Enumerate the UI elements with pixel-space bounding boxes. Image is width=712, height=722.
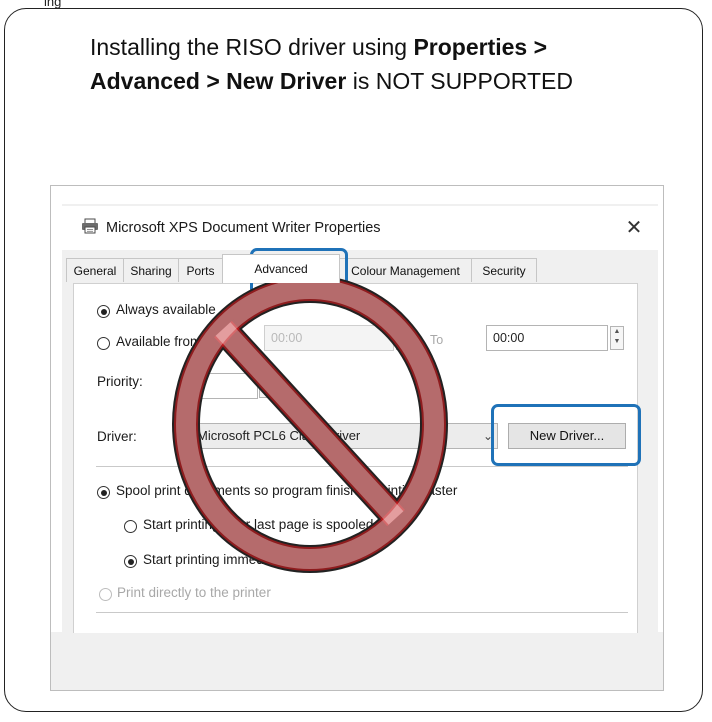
print-direct-label: Print directly to the printer xyxy=(117,585,271,600)
tab-colour-management[interactable]: Colour Management xyxy=(339,258,472,282)
tab-general[interactable]: General xyxy=(66,258,124,282)
dialog-titlebar[interactable]: Microsoft XPS Document Writer Properties… xyxy=(62,206,658,250)
to-time-field[interactable]: 00:00 xyxy=(486,325,608,351)
spool-radio[interactable] xyxy=(97,486,110,499)
always-available-label: Always available xyxy=(116,302,216,317)
close-icon[interactable]: ✕ xyxy=(620,214,648,242)
print-direct-radio[interactable] xyxy=(99,588,112,601)
screenshot-bottom xyxy=(51,632,663,690)
from-time-field[interactable]: 00:00 xyxy=(264,325,394,351)
dialog-title: Microsoft XPS Document Writer Properties xyxy=(106,220,381,236)
start-after-last-page-label: Start printing after last page is spoole… xyxy=(143,517,374,532)
driver-select[interactable]: Microsoft PCL6 Class Driver ⌄ xyxy=(188,423,498,449)
to-time-stepper[interactable]: ▲ ▼ xyxy=(610,326,624,350)
from-time-stepper[interactable]: ▲ ▼ xyxy=(396,326,410,350)
printer-icon xyxy=(81,218,99,239)
start-after-last-page-radio[interactable] xyxy=(124,520,137,533)
driver-label: Driver: xyxy=(97,429,137,444)
priority-label: Priority: xyxy=(97,374,143,389)
divider-bottom xyxy=(96,612,628,613)
spool-label: Spool print documents so program finishe… xyxy=(116,483,458,498)
headline-part1: Installing the RISO driver using xyxy=(90,34,414,60)
available-from-label: Available from xyxy=(116,334,202,349)
tab-sharing[interactable]: Sharing xyxy=(123,258,179,282)
new-driver-highlight xyxy=(491,404,641,466)
available-from-radio[interactable] xyxy=(97,337,110,350)
tab-ports[interactable]: Ports xyxy=(178,258,223,282)
tab-advanced[interactable]: Advanced xyxy=(222,254,340,283)
start-immediately-label: Start printing immediately xyxy=(143,552,296,567)
to-label: To xyxy=(430,333,444,347)
tab-security[interactable]: Security xyxy=(471,258,537,282)
divider xyxy=(96,466,628,467)
headline: Installing the RISO driver using Propert… xyxy=(90,30,650,98)
headline-part2: is NOT SUPPORTED xyxy=(346,68,573,94)
priority-field[interactable]: 1 xyxy=(188,373,258,399)
priority-stepper[interactable]: ▲ ▼ xyxy=(259,374,273,398)
always-available-radio[interactable] xyxy=(97,305,110,318)
start-immediately-radio[interactable] xyxy=(124,555,137,568)
driver-select-value: Microsoft PCL6 Class Driver xyxy=(197,428,361,443)
